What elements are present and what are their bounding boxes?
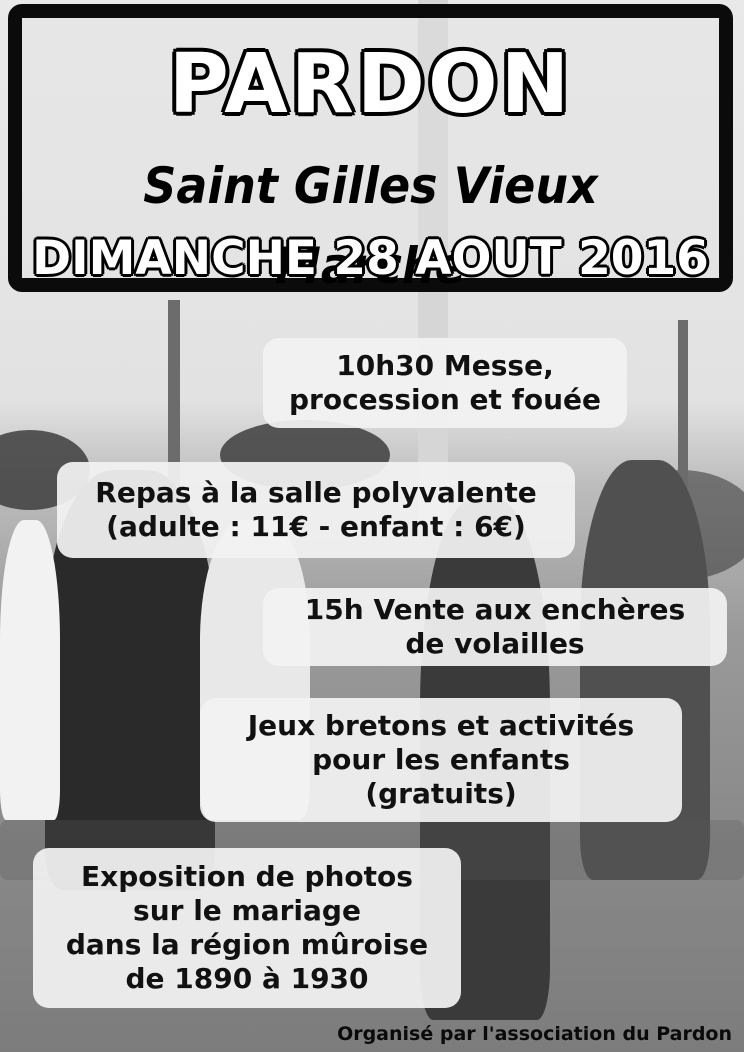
program-line: Jeux bretons et activités (247, 709, 635, 742)
event-title: PARDON (168, 37, 573, 132)
program-line: 10h30 Messe, (336, 349, 554, 382)
program-item-exhibition: Exposition de photos sur le mariage dans… (33, 848, 461, 1008)
program-line: sur le mariage (133, 894, 361, 927)
program-line: 15h Vente aux enchères (304, 593, 686, 626)
organizer-credit: Organisé par l'association du Pardon (337, 1023, 732, 1045)
program-line: dans la région mûroise (65, 928, 429, 961)
program-line: procession et fouée (289, 383, 601, 416)
header-frame: PARDON Saint Gilles Vieux Marché DIMANCH… (8, 4, 733, 295)
program-line: (gratuits) (365, 777, 517, 810)
program-line: Exposition de photos (81, 860, 413, 893)
program-line: pour les enfants (312, 743, 570, 776)
program-item-auction: 15h Vente aux enchères de volailles (263, 588, 727, 666)
program-item-games: Jeux bretons et activités pour les enfan… (200, 698, 682, 822)
program-line: (adulte : 11€ - enfant : 6€) (106, 510, 526, 543)
program-item-meal: Repas à la salle polyvalente (adulte : 1… (57, 462, 575, 558)
program-line: de volailles (405, 627, 585, 660)
program-line: Repas à la salle polyvalente (95, 476, 537, 509)
event-date: DIMANCHE 28 AOUT 2016 (32, 231, 709, 286)
program-item-mass: 10h30 Messe, procession et fouée (263, 338, 627, 428)
program-line: de 1890 à 1930 (125, 962, 369, 995)
